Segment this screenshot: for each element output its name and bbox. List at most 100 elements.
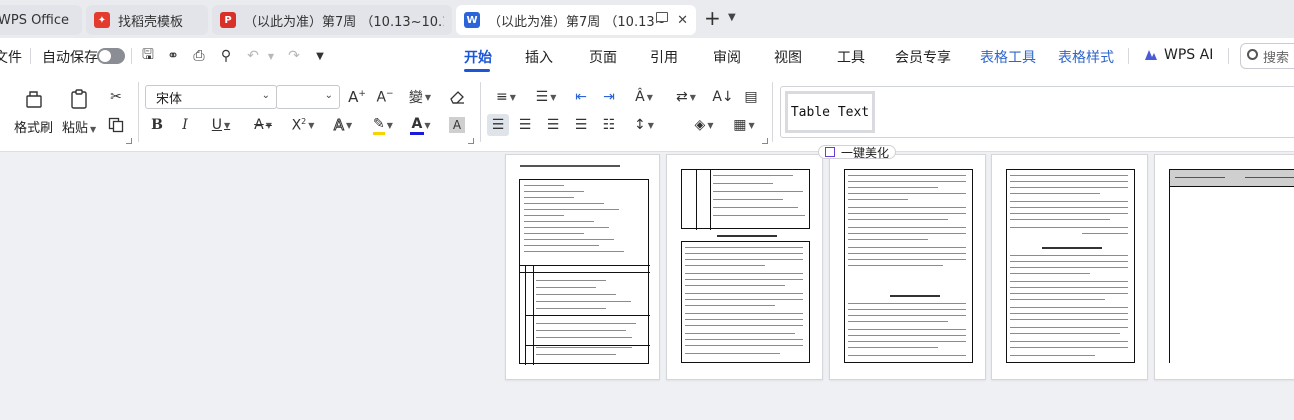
text-line bbox=[1010, 299, 1105, 300]
search-input[interactable]: 搜索 bbox=[1240, 43, 1294, 69]
sort-icon: A↓ bbox=[712, 89, 734, 105]
document-pages-area[interactable]: 一键美化 bbox=[0, 145, 1294, 420]
tab-references[interactable]: 引用 bbox=[650, 47, 678, 67]
text-line bbox=[848, 259, 966, 260]
tab-insert[interactable]: 插入 bbox=[525, 47, 553, 67]
page-thumbnail-5[interactable] bbox=[1154, 154, 1294, 380]
text-line bbox=[1010, 219, 1110, 220]
tab-word-document[interactable]: W （以此为准）第7周 （10.13~ ✕ bbox=[456, 5, 696, 35]
bold-button[interactable]: B bbox=[147, 115, 167, 135]
print-preview-icon[interactable]: ⚲ bbox=[217, 47, 235, 65]
one-click-beautify-button[interactable]: 一键美化 bbox=[818, 145, 897, 160]
phonetic-guide-button[interactable]: 變 ▼ bbox=[404, 87, 436, 107]
bullet-list-button[interactable]: ≡ ▼ bbox=[490, 87, 522, 107]
save-icon[interactable]: 🖫 bbox=[139, 47, 157, 65]
justify-button[interactable]: ☰ bbox=[570, 115, 592, 135]
undo-dropdown-icon[interactable]: ▼ bbox=[262, 47, 280, 65]
menu-file[interactable]: 文件 bbox=[0, 47, 22, 67]
text-direction-icon: ⇄ bbox=[676, 89, 688, 105]
tab-table-style[interactable]: 表格样式 bbox=[1058, 47, 1114, 67]
increase-indent-button[interactable]: ⇥ bbox=[598, 87, 620, 107]
tab-docer-templates[interactable]: ✦ 找稻壳模板 bbox=[86, 5, 208, 35]
paragraph-dialog-launcher-icon[interactable] bbox=[762, 138, 768, 144]
align-center-button[interactable]: ☰ bbox=[514, 115, 536, 135]
page-thumbnail-2[interactable] bbox=[666, 154, 823, 380]
paste-button[interactable] bbox=[66, 86, 92, 112]
format-painter-button[interactable] bbox=[20, 86, 46, 112]
numbered-list-button[interactable]: ☰ ▼ bbox=[530, 87, 562, 107]
paste-label-text: 粘贴 bbox=[62, 121, 89, 136]
new-tab-plus-icon[interactable]: + bbox=[704, 8, 721, 28]
decrease-font-size-button[interactable]: A− bbox=[374, 87, 396, 107]
line-spacing-button[interactable]: ↕ ▼ bbox=[628, 115, 660, 135]
dock-window-icon[interactable] bbox=[656, 12, 668, 22]
highlight-button[interactable]: ✎ ▼ bbox=[366, 115, 400, 135]
text-line bbox=[1010, 341, 1128, 342]
tab-member[interactable]: 会员专享 bbox=[895, 47, 951, 67]
chevron-down-icon: ⌄ bbox=[324, 90, 333, 101]
copy-button[interactable] bbox=[106, 115, 126, 135]
table-rule bbox=[696, 170, 697, 230]
chinese-layout-button[interactable]: Â ▼ bbox=[628, 87, 660, 107]
text-line bbox=[524, 197, 574, 198]
format-painter-label[interactable]: 格式刷 bbox=[14, 117, 53, 136]
autosave-toggle[interactable] bbox=[97, 48, 125, 64]
text-line bbox=[848, 181, 966, 182]
close-tab-icon[interactable]: ✕ bbox=[677, 13, 688, 28]
tab-wps-ai[interactable]: WPS AI bbox=[1164, 47, 1213, 63]
tab-view[interactable]: 视图 bbox=[774, 47, 802, 67]
decrease-indent-button[interactable]: ⇤ bbox=[570, 87, 592, 107]
tab-pdf-document[interactable]: P （以此为准）第7周 （10.13~10.17） bbox=[212, 5, 452, 35]
ribbon-toolbar: 格式刷 粘贴 ▼ ✂ 宋体 ⌄ ⌄ A+ A− 變 ▼ B I U ▼ A ▼ X2 ▼ bbox=[0, 74, 1294, 152]
text-line bbox=[1010, 267, 1128, 268]
increase-font-size-button[interactable]: A+ bbox=[346, 87, 368, 107]
paste-label[interactable]: 粘贴 ▼ bbox=[62, 117, 96, 136]
font-size-select[interactable]: ⌄ bbox=[276, 85, 340, 109]
font-dialog-launcher-icon[interactable] bbox=[468, 138, 474, 144]
borders-button[interactable]: ▦ ▼ bbox=[728, 115, 760, 135]
show-marks-button[interactable]: ▤ bbox=[740, 87, 762, 107]
indent-icon: ⇥ bbox=[603, 89, 615, 105]
underline-button[interactable]: U ▼ bbox=[204, 115, 238, 135]
distributed-button[interactable]: ☷ bbox=[598, 115, 620, 135]
page-thumbnail-3[interactable] bbox=[829, 154, 986, 380]
text-direction-button[interactable]: ⇄ ▼ bbox=[670, 87, 702, 107]
undo-icon[interactable]: ↶ bbox=[244, 47, 262, 65]
font-color-button[interactable]: A ▼ bbox=[404, 115, 438, 135]
style-table-text[interactable]: Table Text bbox=[785, 91, 875, 133]
tab-review[interactable]: 审阅 bbox=[713, 47, 741, 67]
text-line bbox=[524, 239, 614, 240]
strikethrough-button[interactable]: A ▼ bbox=[246, 115, 280, 135]
superscript-button[interactable]: X2 ▼ bbox=[286, 115, 320, 135]
page-header-block bbox=[1169, 169, 1294, 187]
shading-button[interactable]: ◈ ▼ bbox=[688, 115, 720, 135]
tab-tools[interactable]: 工具 bbox=[837, 47, 865, 67]
chevron-down-icon[interactable]: ▼ bbox=[728, 12, 736, 23]
align-right-button[interactable]: ☰ bbox=[542, 115, 564, 135]
page-thumbnail-4[interactable] bbox=[991, 154, 1148, 380]
align-left-button[interactable]: ☰ bbox=[487, 114, 509, 136]
tab-wps-office[interactable]: WPS Office bbox=[0, 5, 82, 35]
text-line bbox=[848, 253, 966, 254]
highlighter-icon: ✎ bbox=[373, 116, 385, 135]
redo-icon[interactable]: ↷ bbox=[285, 47, 303, 65]
character-shading-button[interactable]: A bbox=[446, 115, 468, 135]
italic-button[interactable]: I bbox=[175, 115, 195, 135]
page-thumbnail-1[interactable] bbox=[505, 154, 660, 380]
sort-button[interactable]: A↓ bbox=[712, 87, 734, 107]
text-line bbox=[1010, 255, 1128, 256]
text-line bbox=[848, 329, 966, 330]
share-link-icon[interactable]: ⚭ bbox=[164, 47, 182, 65]
clear-formatting-button[interactable] bbox=[446, 87, 468, 107]
tab-table-tools[interactable]: 表格工具 bbox=[980, 47, 1036, 67]
clipboard-dialog-launcher-icon[interactable] bbox=[126, 138, 132, 144]
font-name-select[interactable]: 宋体 ⌄ bbox=[145, 85, 277, 109]
text-effects-button[interactable]: A ▼ bbox=[326, 115, 360, 135]
table-rule bbox=[520, 272, 650, 273]
customize-dropdown-icon[interactable]: ▼ bbox=[311, 47, 329, 65]
print-icon[interactable]: ⎙ bbox=[190, 47, 208, 65]
tab-home[interactable]: 开始 bbox=[464, 47, 492, 67]
cut-button[interactable]: ✂ bbox=[106, 87, 126, 107]
scissors-icon: ✂ bbox=[110, 89, 122, 105]
tab-page[interactable]: 页面 bbox=[589, 47, 617, 67]
